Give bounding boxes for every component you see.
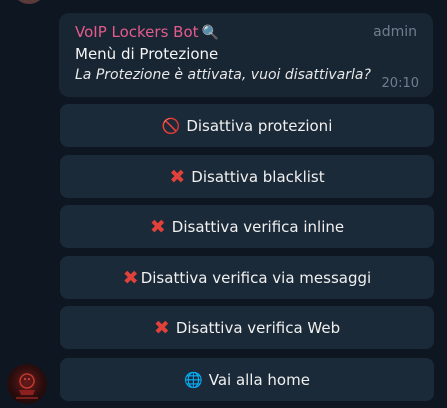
disable-web-verification-button[interactable]: ✖ Disattiva verifica Web <box>60 306 434 349</box>
cross-icon: ✖ <box>122 266 139 289</box>
sender-label[interactable]: VoIP Lockers Bot <box>75 23 199 41</box>
magnifier-icon: 🔍 <box>201 25 219 41</box>
bot-logo-icon <box>16 373 38 399</box>
button-label: Disattiva blacklist <box>191 167 325 186</box>
admin-badge: admin <box>373 24 417 40</box>
bot-avatar[interactable] <box>7 364 47 404</box>
previous-avatar[interactable] <box>12 0 46 4</box>
disable-protections-button[interactable]: 🚫 Disattiva protezioni <box>60 104 434 147</box>
cross-icon: ✖ <box>149 215 166 238</box>
message-title: Menù di Protezione <box>75 45 219 63</box>
button-label: Disattiva protezioni <box>186 116 333 135</box>
message-time: 20:10 <box>381 76 419 91</box>
disable-blacklist-button[interactable]: ✖ Disattiva blacklist <box>60 155 434 198</box>
button-label: Disattiva verifica via messaggi <box>140 268 372 287</box>
go-home-button[interactable]: 🌐 Vai alla home <box>60 358 434 401</box>
button-label: Disattiva verifica Web <box>175 318 341 337</box>
prohibited-icon: 🚫 <box>161 116 181 135</box>
sender-name[interactable]: VoIP Lockers Bot 🔍 <box>75 23 219 41</box>
message-body: La Protezione è attivata, vuoi disattiva… <box>75 67 371 83</box>
button-label: Disattiva verifica inline <box>171 217 345 236</box>
disable-inline-verification-button[interactable]: ✖ Disattiva verifica inline <box>60 205 434 248</box>
message-bubble: VoIP Lockers Bot 🔍 admin Menù di Protezio… <box>59 13 433 97</box>
button-label: Vai alla home <box>208 370 310 389</box>
disable-message-verification-button[interactable]: ✖ Disattiva verifica via messaggi <box>60 256 434 299</box>
cross-icon: ✖ <box>153 316 170 339</box>
globe-icon: 🌐 <box>184 370 203 389</box>
cross-icon: ✖ <box>169 165 186 188</box>
